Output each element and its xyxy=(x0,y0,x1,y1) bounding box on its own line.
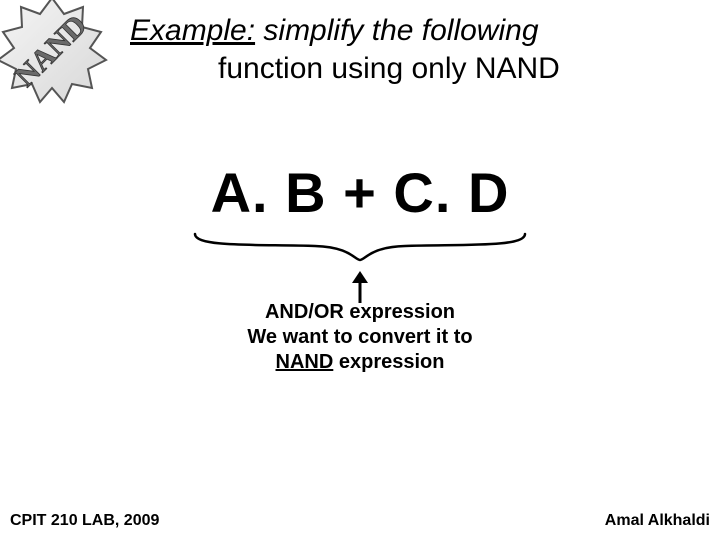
annotation-line2b: expression xyxy=(333,351,444,373)
boolean-expression: A. B + C. D xyxy=(0,160,720,225)
heading-line2: function using only NAND xyxy=(130,50,700,88)
nand-badge: NAND xyxy=(0,0,112,112)
annotation-line2a: We want to convert it to xyxy=(247,326,472,348)
annotation-emph: NAND xyxy=(276,351,334,373)
slide: NAND Example: simplify the following fun… xyxy=(0,0,720,540)
example-label: Example: xyxy=(130,14,255,47)
brace-and-arrow xyxy=(0,230,720,305)
example-heading: Example: simplify the following function… xyxy=(130,12,700,87)
nand-starburst-icon: NAND xyxy=(0,0,112,112)
annotation-line1: AND/OR expression xyxy=(265,301,455,323)
footer-left: CPIT 210 LAB, 2009 xyxy=(10,512,159,530)
heading-rest1: simplify the following xyxy=(255,14,538,47)
curly-brace-icon xyxy=(185,230,535,264)
footer-right: Amal Alkhaldi xyxy=(605,512,710,530)
badge-text: NAND xyxy=(9,9,94,94)
annotation-text: AND/OR expression We want to convert it … xyxy=(0,300,720,375)
